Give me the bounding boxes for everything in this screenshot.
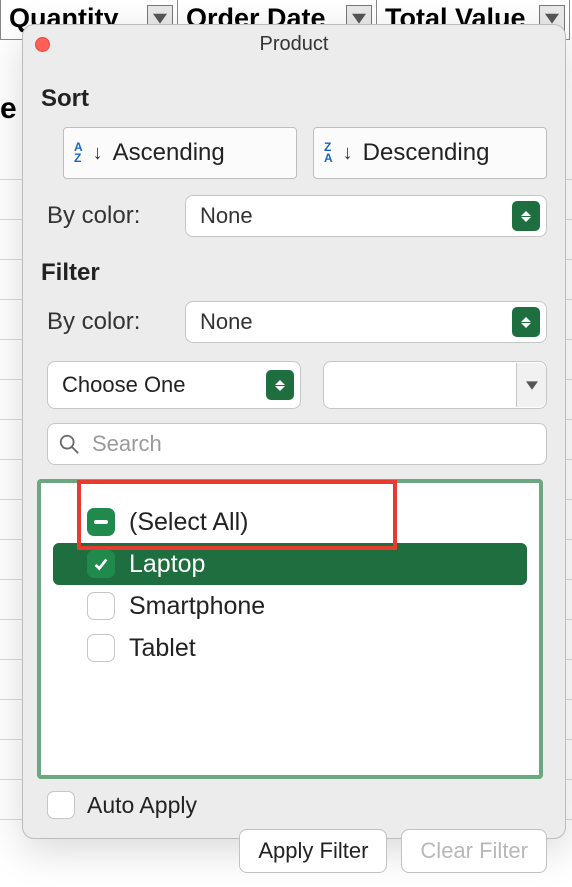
sort-ascending-button[interactable]: AZ ↓ Ascending bbox=[63, 127, 297, 179]
dialog-titlebar: Product bbox=[23, 25, 565, 63]
row-label-fragment: e bbox=[0, 92, 17, 126]
stepper-icon bbox=[512, 307, 540, 337]
checkbox-unchecked-icon[interactable] bbox=[87, 592, 115, 620]
apply-filter-label: Apply Filter bbox=[258, 838, 368, 864]
sort-descending-button[interactable]: ZA ↓ Descending bbox=[313, 127, 547, 179]
filter-item-laptop[interactable]: Laptop bbox=[53, 543, 527, 585]
checkbox-indeterminate-icon[interactable] bbox=[87, 508, 115, 536]
filter-condition-select[interactable]: Choose One bbox=[47, 361, 301, 409]
sort-descending-label: Descending bbox=[363, 139, 490, 167]
arrow-down-icon: ↓ bbox=[343, 142, 353, 165]
auto-apply-checkbox[interactable] bbox=[47, 791, 75, 819]
chevron-down-icon[interactable] bbox=[516, 363, 546, 407]
filter-item-label: Tablet bbox=[129, 634, 196, 663]
sort-section-title: Sort bbox=[41, 85, 547, 113]
filter-item-smartphone[interactable]: Smartphone bbox=[53, 585, 527, 627]
dialog-title: Product bbox=[260, 33, 329, 56]
search-field[interactable] bbox=[90, 430, 536, 458]
sort-by-color-label: By color: bbox=[47, 202, 185, 230]
filter-dialog: Product Sort AZ ↓ Ascending ZA ↓ Descend… bbox=[22, 24, 566, 839]
filter-search-input[interactable] bbox=[47, 423, 547, 465]
filter-item-select-all[interactable]: (Select All) bbox=[53, 501, 527, 543]
filter-by-color-value: None bbox=[200, 309, 253, 335]
clear-filter-label: Clear Filter bbox=[420, 838, 528, 864]
filter-item-tablet[interactable]: Tablet bbox=[53, 627, 527, 669]
checkbox-unchecked-icon[interactable] bbox=[87, 634, 115, 662]
filter-item-label: Smartphone bbox=[129, 592, 265, 621]
sort-ascending-label: Ascending bbox=[113, 139, 225, 167]
filter-values-list: (Select All) Laptop Smartphone Tablet bbox=[37, 479, 543, 779]
filter-section-title: Filter bbox=[41, 259, 547, 287]
filter-item-label: Laptop bbox=[129, 550, 205, 579]
auto-apply-label: Auto Apply bbox=[87, 792, 197, 819]
apply-filter-button[interactable]: Apply Filter bbox=[239, 829, 387, 873]
filter-condition-value: Choose One bbox=[62, 372, 186, 398]
az-icon: AZ bbox=[74, 142, 83, 164]
filter-item-label: (Select All) bbox=[129, 508, 248, 537]
filter-value-combobox[interactable] bbox=[323, 361, 547, 409]
checkbox-checked-icon[interactable] bbox=[87, 550, 115, 578]
search-icon bbox=[58, 433, 80, 455]
stepper-icon bbox=[512, 201, 540, 231]
clear-filter-button[interactable]: Clear Filter bbox=[401, 829, 547, 873]
filter-by-color-label: By color: bbox=[47, 308, 185, 336]
stepper-icon bbox=[266, 370, 294, 400]
arrow-down-icon: ↓ bbox=[93, 142, 103, 165]
za-icon: ZA bbox=[324, 142, 333, 164]
close-button[interactable] bbox=[35, 37, 50, 52]
sort-by-color-value: None bbox=[200, 203, 253, 229]
filter-by-color-select[interactable]: None bbox=[185, 301, 547, 343]
sort-by-color-select[interactable]: None bbox=[185, 195, 547, 237]
